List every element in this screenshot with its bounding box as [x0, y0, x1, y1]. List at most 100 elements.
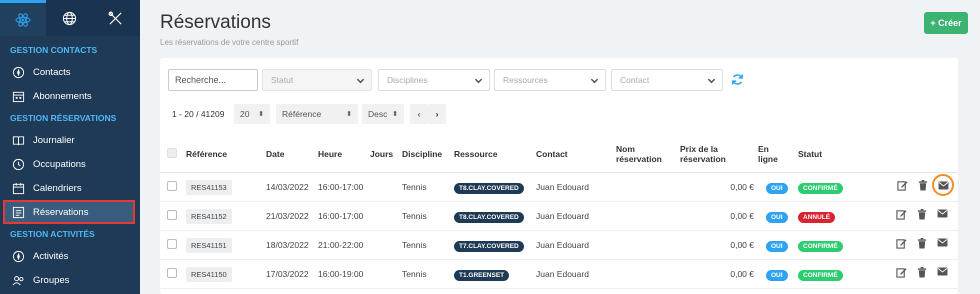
per-page-select[interactable]: 20 ⬍: [234, 104, 270, 124]
row-checkbox[interactable]: [167, 209, 177, 220]
col-contact[interactable]: Contact: [534, 136, 614, 173]
create-button[interactable]: + Créer: [924, 12, 968, 34]
row-actions: [888, 209, 956, 222]
table-row[interactable]: RES41150 17/03/2022 16:00-19:00 Tennis T1.GR…: [160, 259, 958, 289]
col-nom-line1: Nom: [616, 143, 635, 154]
sidebar-item-calendriers[interactable]: Calendriers: [0, 176, 140, 200]
reservations-table: Référence Date Heure Jours Discipline Re…: [160, 136, 958, 289]
ressource-badge: T7.CLAY.COVERED: [454, 240, 524, 252]
tools-tab[interactable]: [92, 0, 138, 36]
email-icon[interactable]: [937, 267, 948, 280]
jours-cell: [368, 230, 400, 260]
col-prix[interactable]: Prix de la réservation: [678, 136, 756, 173]
col-enligne-line2: ligne: [758, 153, 778, 164]
select-all-checkbox[interactable]: [167, 147, 177, 158]
row-actions: [888, 238, 956, 251]
row-checkbox[interactable]: [167, 180, 177, 191]
discipline-cell: Tennis: [400, 172, 452, 202]
statut-filter[interactable]: Statut: [262, 69, 372, 91]
reference-badge[interactable]: RES41152: [186, 208, 232, 224]
ressources-filter[interactable]: Ressources: [494, 69, 606, 91]
email-icon[interactable]: [932, 174, 954, 196]
sidebar-item-journalier[interactable]: Journalier: [0, 128, 140, 152]
table-row[interactable]: RES41153 14/03/2022 16:00-17:00 Tennis T8.CL…: [160, 172, 958, 202]
sidebar-item-label: Abonnements: [33, 90, 92, 102]
refresh-icon[interactable]: [731, 73, 744, 91]
reference-badge[interactable]: RES41150: [186, 266, 232, 282]
discipline-cell: Tennis: [400, 201, 452, 231]
search-input[interactable]: Recherche...: [168, 69, 258, 91]
row-checkbox[interactable]: [167, 267, 177, 278]
users-icon: [11, 273, 25, 287]
contact-filter[interactable]: Contact: [611, 69, 723, 91]
sidebar-item-groupes[interactable]: Groupes: [0, 268, 140, 292]
section-reservations: GESTION RÉSERVATIONS: [10, 113, 117, 123]
pagination-range: 1 - 20 / 41209: [172, 109, 225, 119]
reference-badge[interactable]: RES41153: [186, 179, 232, 195]
globe-icon: [62, 11, 76, 25]
trash-icon[interactable]: [917, 238, 927, 251]
contact-cell: Juan Edouard: [534, 230, 614, 260]
jours-cell: [368, 172, 400, 202]
email-icon[interactable]: [937, 209, 948, 222]
date-cell: 18/03/2022: [264, 230, 316, 260]
prix-cell: 0,00 €: [678, 230, 756, 260]
sidebar-item-contacts[interactable]: Contacts: [0, 60, 140, 84]
sidebar-item-activites[interactable]: Activités: [0, 244, 140, 268]
trash-icon[interactable]: [917, 267, 927, 280]
list-icon: [11, 205, 25, 219]
disciplines-filter[interactable]: Disciplines: [378, 69, 490, 91]
calendar-icon: [11, 89, 25, 103]
en-ligne-badge: OUI: [766, 182, 788, 194]
prix-cell: 0,00 €: [678, 201, 756, 231]
trash-icon[interactable]: [917, 209, 927, 222]
sort-dir-select[interactable]: Desc ⬍: [362, 104, 404, 124]
heure-cell: 16:00-19:00: [316, 259, 368, 289]
heure-cell: 16:00-17:00: [316, 201, 368, 231]
col-statut[interactable]: Statut: [796, 136, 886, 173]
col-discipline[interactable]: Discipline: [400, 136, 452, 173]
edit-icon[interactable]: [896, 267, 907, 280]
col-nom-reservation[interactable]: Nom réservation: [614, 136, 678, 173]
sidebar-item-label: Occupations: [33, 158, 86, 170]
trash-icon[interactable]: [918, 180, 928, 193]
sort-field-select[interactable]: Référence ⬍: [276, 104, 358, 124]
table-row[interactable]: RES41151 18/03/2022 21:00-22:00 Tennis T7.CL…: [160, 230, 958, 260]
contact-cell: Juan Edouard: [534, 172, 614, 202]
globe-tab[interactable]: [46, 0, 92, 36]
email-icon[interactable]: [937, 238, 948, 251]
next-page-button[interactable]: ›: [428, 104, 446, 124]
col-jours[interactable]: Jours: [368, 136, 400, 173]
edit-icon[interactable]: [896, 209, 907, 222]
prix-cell: 0,00 €: [678, 259, 756, 289]
edit-icon[interactable]: [896, 238, 907, 251]
reference-badge[interactable]: RES41151: [186, 237, 232, 253]
col-reference[interactable]: Référence: [184, 136, 264, 173]
jours-cell: [368, 201, 400, 231]
sidebar-item-occupations[interactable]: Occupations: [0, 152, 140, 176]
col-heure[interactable]: Heure: [316, 136, 368, 173]
nom-reservation-cell: [614, 201, 678, 231]
page-subtitle: Les réservations de votre centre sportif: [160, 38, 299, 47]
table-row[interactable]: RES41152 21/03/2022 16:00-17:00 Tennis T8.CL…: [160, 201, 958, 231]
status-badge: ANNULÉ: [798, 211, 836, 223]
prev-page-button[interactable]: ‹: [410, 104, 428, 124]
sidebar-item-reservations[interactable]: Réservations: [3, 200, 135, 224]
sidebar-item-abonnements[interactable]: Abonnements: [0, 84, 140, 108]
en-ligne-badge: OUI: [766, 269, 788, 281]
ressources-filter-label: Ressources: [503, 75, 548, 85]
edit-icon[interactable]: [897, 180, 908, 193]
atom-tab[interactable]: [0, 0, 46, 36]
chevron-down-icon: [474, 78, 483, 84]
col-enligne-line1: En: [758, 143, 769, 154]
nom-reservation-cell: [614, 259, 678, 289]
chevron-down-icon: [590, 78, 599, 84]
atom-icon: [15, 12, 31, 27]
col-en-ligne[interactable]: En ligne: [756, 136, 796, 173]
chevron-down-icon: [356, 78, 365, 84]
col-ressource[interactable]: Ressource: [452, 136, 534, 173]
contact-cell: Juan Edouard: [534, 259, 614, 289]
row-checkbox[interactable]: [167, 238, 177, 249]
sidebar-top-tabs: [0, 0, 140, 36]
col-date[interactable]: Date: [264, 136, 316, 173]
